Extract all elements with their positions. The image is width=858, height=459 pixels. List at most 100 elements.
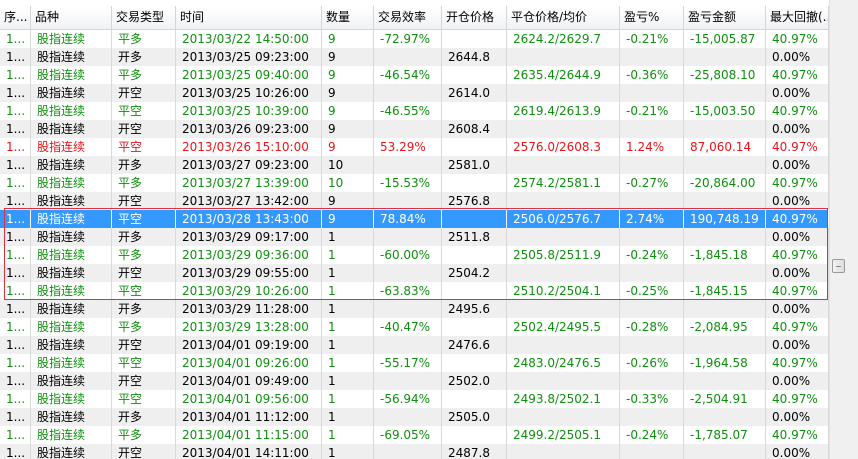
cell-drawdown: 0.00%	[766, 372, 829, 390]
cell-drawdown: 40.97%	[766, 354, 829, 372]
cell-drawdown: 0.00%	[766, 156, 829, 174]
cell-symbol: 股指连续	[31, 390, 112, 408]
cell-time: 2013/03/25 09:40:00	[176, 66, 322, 84]
cell-close: 2499.2/2505.1	[507, 426, 620, 444]
cell-drawdown: 0.00%	[766, 408, 829, 426]
cell-eff	[374, 48, 442, 66]
table-row[interactable]: 1... 股指连续 平空 2013/04/01 09:56:00 1 -56.94% 249…	[0, 390, 829, 408]
cell-type: 开空	[112, 264, 176, 282]
trade-list-grid: 序... 品种 交易类型 时间 数量 交易效率 开仓价格 平仓价格/均价 盈亏% 盈亏金额 最大回撤…	[0, 0, 829, 459]
cell-close	[507, 264, 620, 282]
cell-symbol: 股指连续	[31, 408, 112, 426]
cell-open: 2576.8	[442, 192, 507, 210]
cell-close: 2624.2/2629.7	[507, 30, 620, 48]
cell-seq: 1...	[0, 228, 31, 246]
table-row[interactable]: 1... 股指连续 开空 2013/03/25 10:26:00 9 2614.0 0.00…	[0, 84, 829, 102]
header-col-pnl-amt[interactable]: 盈亏金额	[684, 6, 766, 29]
table-row[interactable]: 1... 股指连续 开多 2013/03/29 09:17:00 1 2511.8 0.00…	[0, 228, 829, 246]
cell-open: 2502.0	[442, 372, 507, 390]
cell-pnl-amt: -2,504.91	[684, 390, 766, 408]
cell-time: 2013/04/01 09:19:00	[176, 336, 322, 354]
table-row[interactable]: 1... 股指连续 平空 2013/03/29 10:26:00 1 -63.83% 251…	[0, 282, 829, 300]
cell-close	[507, 408, 620, 426]
cell-type: 开多	[112, 228, 176, 246]
cell-qty: 1	[322, 408, 374, 426]
cell-qty: 1	[322, 444, 374, 459]
header-col-eff[interactable]: 交易效率	[374, 6, 442, 29]
table-row[interactable]: 1... 股指连续 开空 2013/03/26 09:23:00 9 2608.4 0.00…	[0, 120, 829, 138]
header-col-time[interactable]: 时间	[176, 6, 322, 29]
cell-pnl-pct: -0.33%	[620, 390, 684, 408]
table-row[interactable]: 1... 股指连续 开多 2013/03/29 11:28:00 1 2495.6 0.00…	[0, 300, 829, 318]
header-col-symbol[interactable]: 品种	[31, 6, 112, 29]
cell-open: 2476.6	[442, 336, 507, 354]
cell-open	[442, 174, 507, 192]
cell-open	[442, 390, 507, 408]
table-row[interactable]: 1... 股指连续 平空 2013/03/25 10:39:00 9 -46.55% 261…	[0, 102, 829, 120]
header-col-type[interactable]: 交易类型	[112, 6, 176, 29]
cell-drawdown: 0.00%	[766, 48, 829, 66]
header-col-close[interactable]: 平仓价格/均价	[507, 6, 620, 29]
header-col-open[interactable]: 开仓价格	[442, 6, 507, 29]
cell-close: 2576.0/2608.3	[507, 138, 620, 156]
cell-qty: 1	[322, 426, 374, 444]
table-row[interactable]: 1... 股指连续 平多 2013/03/22 14:50:00 9 -72.97% 262…	[0, 30, 829, 48]
cell-close	[507, 228, 620, 246]
table-header: 序... 品种 交易类型 时间 数量 交易效率 开仓价格 平仓价格/均价 盈亏% 盈亏金额 最大回撤…	[0, 6, 829, 30]
table-row[interactable]: 1... 股指连续 开空 2013/03/29 09:55:00 1 2504.2 0.00…	[0, 264, 829, 282]
vertical-scrollbar[interactable]	[829, 0, 858, 459]
cell-open: 2581.0	[442, 156, 507, 174]
cell-drawdown: 40.97%	[766, 174, 829, 192]
cell-drawdown: 40.97%	[766, 426, 829, 444]
cell-qty: 1	[322, 300, 374, 318]
cell-time: 2013/03/25 09:23:00	[176, 48, 322, 66]
table-row[interactable]: 1... 股指连续 开空 2013/04/01 14:11:00 1 2487.8 0.00…	[0, 444, 829, 459]
header-col-drawdown[interactable]: 最大回撤(...	[766, 6, 829, 29]
table-row-selected[interactable]: 1... 股指连续 平空 2013/03/28 13:43:00 9 78.84% 2506…	[0, 210, 829, 228]
cell-eff	[374, 408, 442, 426]
cell-symbol: 股指连续	[31, 426, 112, 444]
table-row[interactable]: 1... 股指连续 开多 2013/04/01 11:12:00 1 2505.0 0.00…	[0, 408, 829, 426]
cell-pnl-pct	[620, 372, 684, 390]
cell-time: 2013/03/25 10:39:00	[176, 102, 322, 120]
cell-qty: 1	[322, 228, 374, 246]
cell-pnl-pct	[620, 336, 684, 354]
scrollbar-thumb[interactable]	[832, 259, 845, 273]
table-row[interactable]: 1... 股指连续 开空 2013/04/01 09:19:00 1 2476.6 0.00…	[0, 336, 829, 354]
header-col-qty[interactable]: 数量	[322, 6, 374, 29]
cell-symbol: 股指连续	[31, 156, 112, 174]
cell-eff	[374, 264, 442, 282]
cell-time: 2013/04/01 09:26:00	[176, 354, 322, 372]
cell-pnl-pct	[620, 84, 684, 102]
cell-eff: 78.84%	[374, 210, 442, 228]
table-row[interactable]: 1... 股指连续 平空 2013/03/26 15:10:00 9 53.29% 2576…	[0, 138, 829, 156]
table-row[interactable]: 1... 股指连续 平多 2013/04/01 11:15:00 1 -69.05% 249…	[0, 426, 829, 444]
cell-drawdown: 0.00%	[766, 300, 829, 318]
table-row[interactable]: 1... 股指连续 开空 2013/04/01 09:49:00 1 2502.0 0.00…	[0, 372, 829, 390]
table-row[interactable]: 1... 股指连续 平空 2013/04/01 09:26:00 1 -55.17% 248…	[0, 354, 829, 372]
cell-symbol: 股指连续	[31, 246, 112, 264]
cell-eff	[374, 84, 442, 102]
header-col-pnl-pct[interactable]: 盈亏%	[620, 6, 684, 29]
table-row[interactable]: 1... 股指连续 平多 2013/03/25 09:40:00 9 -46.54% 263…	[0, 66, 829, 84]
table-row[interactable]: 1... 股指连续 开多 2013/03/27 09:23:00 10 2581.0 0.0…	[0, 156, 829, 174]
cell-pnl-pct	[620, 192, 684, 210]
table-row[interactable]: 1... 股指连续 平多 2013/03/29 13:28:00 1 -40.47% 250…	[0, 318, 829, 336]
table-row[interactable]: 1... 股指连续 开空 2013/03/27 13:42:00 9 2576.8 0.00…	[0, 192, 829, 210]
cell-eff	[374, 156, 442, 174]
cell-qty: 9	[322, 120, 374, 138]
cell-pnl-pct	[620, 408, 684, 426]
cell-type: 平多	[112, 66, 176, 84]
cell-time: 2013/04/01 09:56:00	[176, 390, 322, 408]
cell-eff: -72.97%	[374, 30, 442, 48]
table-row[interactable]: 1... 股指连续 平多 2013/03/29 09:36:00 1 -60.00% 250…	[0, 246, 829, 264]
cell-close: 2505.8/2511.9	[507, 246, 620, 264]
cell-close	[507, 156, 620, 174]
cell-type: 平空	[112, 354, 176, 372]
cell-type: 开空	[112, 336, 176, 354]
table-row[interactable]: 1... 股指连续 平多 2013/03/27 13:39:00 10 -15.53% 25…	[0, 174, 829, 192]
table-row[interactable]: 1... 股指连续 开多 2013/03/25 09:23:00 9 2644.8 0.00…	[0, 48, 829, 66]
cell-pnl-amt: 87,060.14	[684, 138, 766, 156]
header-col-seq[interactable]: 序...	[0, 6, 31, 29]
scroll-thumb-grip-icon	[836, 266, 841, 267]
